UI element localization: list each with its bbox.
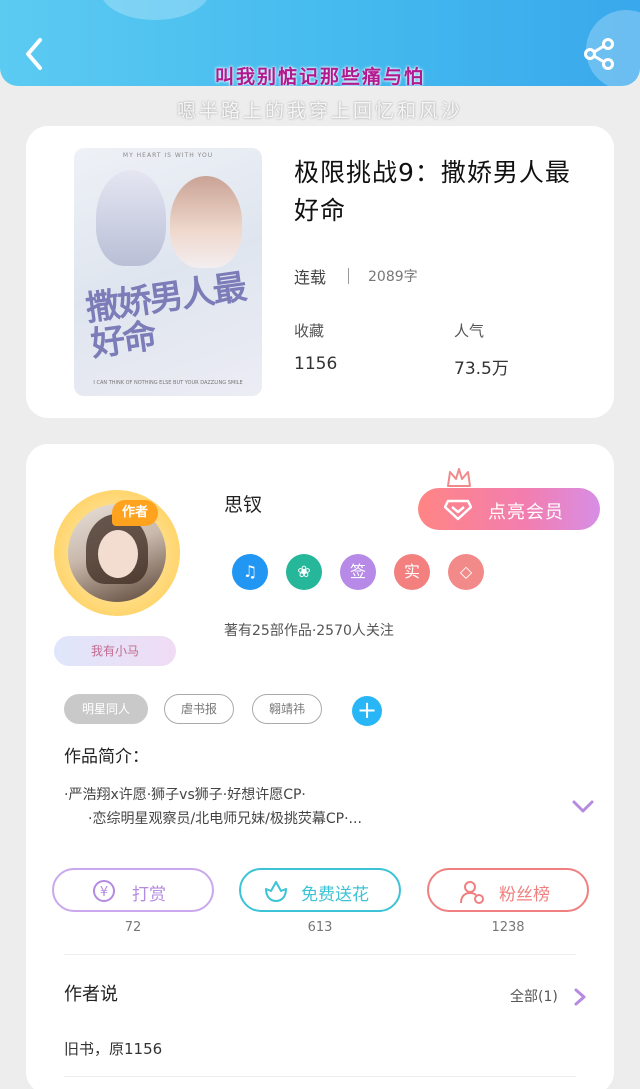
author-says-text: 旧书，原1156 xyxy=(64,1040,163,1058)
author-tag-2[interactable]: 翱靖祎 xyxy=(252,694,322,724)
chevron-down-icon[interactable] xyxy=(572,800,594,814)
signature-line-2: 嗯半路上的我穿上回忆和风沙 xyxy=(176,100,463,122)
flower-icon xyxy=(265,881,287,902)
author-tag-0[interactable]: 明星同人 xyxy=(64,694,148,724)
author-tag-badge: 作者 xyxy=(112,500,158,526)
intro-title: 作品简介： xyxy=(64,747,149,767)
popularity-value: 73.5万 xyxy=(454,359,509,379)
section-divider xyxy=(64,1076,576,1077)
author-works-summary: 著有25部作品·2570人关注 xyxy=(224,623,394,639)
book-status: 连载 xyxy=(294,268,327,287)
favorites-value: 1156 xyxy=(294,354,338,374)
cover-bottom-text: I CAN THINK OF NOTHING ELSE BUT YOUR DAZ… xyxy=(93,380,243,386)
author-says-title: 作者说 xyxy=(64,984,118,1005)
vip-button-label: 点亮会员 xyxy=(488,502,564,523)
svg-text:¥: ¥ xyxy=(100,885,108,900)
diamond-icon xyxy=(444,499,472,521)
fan-count: 1238 xyxy=(491,920,525,935)
signature-line-1: 叫我别惦记那些痛与怕 xyxy=(214,66,425,88)
section-divider xyxy=(64,954,576,955)
chevron-right-icon[interactable] xyxy=(574,988,586,1006)
book-info-card: MY HEART IS WITH YOU 撒娇男人最好命 I CAN THINK… xyxy=(26,126,614,418)
popularity-label: 人气 xyxy=(454,322,485,340)
decorative-bubble xyxy=(100,0,210,20)
fan-ranking-label: 粉丝榜 xyxy=(499,885,550,905)
tip-button-label: 打赏 xyxy=(132,885,166,905)
add-tag-button[interactable]: + xyxy=(352,696,382,726)
flower-count: 613 xyxy=(307,920,333,935)
intro-line-1: ·严浩翔x许愿·狮子vs狮子·好想许愿CP· xyxy=(64,787,306,803)
book-title: 极限挑战9：撒娇男人最好命 xyxy=(294,158,571,225)
fan-user-icon xyxy=(460,881,484,904)
yen-coin-icon: ¥ xyxy=(93,880,115,902)
avatar-face xyxy=(98,530,138,578)
author-says-all-link[interactable]: 全部(1) xyxy=(510,986,558,1006)
tip-button[interactable]: ¥ 打赏 xyxy=(52,868,214,912)
author-ribbon: 我有小马 xyxy=(54,636,176,666)
cover-title-text: 撒娇男人最好命 xyxy=(83,267,248,365)
cover-top-text: MY HEART IS WITH YOU xyxy=(122,152,214,159)
cover-figure-boy xyxy=(96,170,166,266)
crown-icon xyxy=(447,468,471,487)
send-flower-button[interactable]: 免费送花 xyxy=(239,868,401,912)
handshake-icon[interactable]: ❀ xyxy=(286,554,322,590)
fan-ranking-button[interactable]: 粉丝榜 xyxy=(427,868,589,912)
book-cover[interactable]: MY HEART IS WITH YOU 撒娇男人最好命 I CAN THINK… xyxy=(74,148,262,396)
real-name-badge-icon[interactable]: 实 xyxy=(394,554,430,590)
book-word-count: 2089字 xyxy=(368,269,418,285)
status-divider xyxy=(348,268,349,284)
send-flower-label: 免费送花 xyxy=(301,885,369,905)
cover-figure-girl xyxy=(170,176,242,268)
author-card: 作者 我有小马 思钗 点亮会员 ♫ ❀ 签 实 ◇ 著有25部作品·2570人关… xyxy=(26,444,614,1089)
tip-count: 72 xyxy=(124,920,142,935)
favorites-label: 收藏 xyxy=(294,322,325,340)
intro-line-2: ·恋综明星观察员/北电师兄妹/极挑荧幕CP·... xyxy=(88,811,362,827)
diamond-badge-icon[interactable]: ◇ xyxy=(448,554,484,590)
author-name[interactable]: 思钗 xyxy=(224,490,262,517)
music-note-icon[interactable]: ♫ xyxy=(232,554,268,590)
author-tag-1[interactable]: 虐书报 xyxy=(164,694,234,724)
sign-badge-icon[interactable]: 签 xyxy=(340,554,376,590)
activate-vip-button[interactable]: 点亮会员 xyxy=(418,488,600,530)
